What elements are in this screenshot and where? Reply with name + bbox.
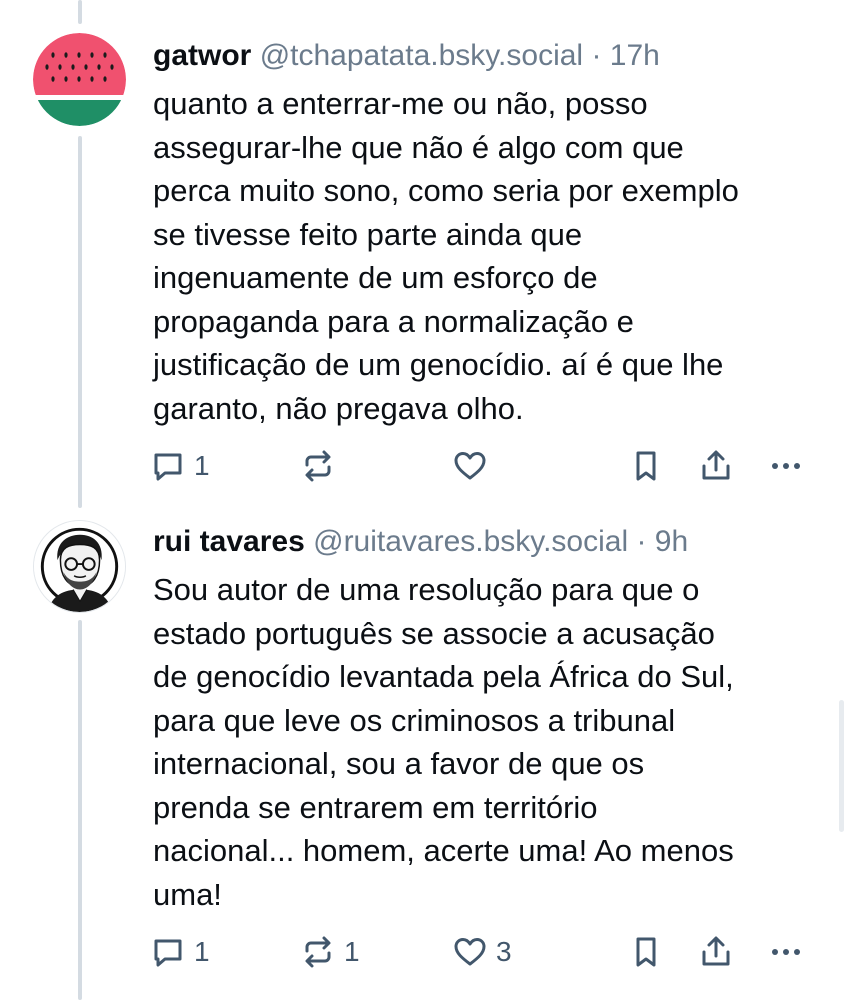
display-name[interactable]: rui tavares bbox=[153, 525, 305, 558]
bookmark-button[interactable] bbox=[628, 446, 664, 486]
handle[interactable]: @tchapatata.bsky.social bbox=[260, 39, 583, 72]
post-text: Sou autor de uma resolução para que o es… bbox=[153, 572, 734, 912]
handle[interactable]: @ruitavares.bsky.social bbox=[313, 525, 628, 558]
share-button[interactable] bbox=[698, 446, 734, 486]
portrait-avatar-icon bbox=[34, 521, 125, 612]
like-button[interactable] bbox=[452, 446, 496, 486]
reply-icon bbox=[154, 453, 182, 481]
reply-count: 1 bbox=[194, 450, 210, 481]
scrollbar[interactable] bbox=[839, 700, 844, 832]
watermelon-avatar-icon bbox=[33, 33, 126, 126]
repost-button[interactable] bbox=[300, 446, 344, 486]
bookmark-button[interactable] bbox=[628, 932, 664, 972]
reply-count: 1 bbox=[194, 936, 210, 967]
share-icon bbox=[702, 936, 730, 966]
meta-separator: · bbox=[636, 525, 647, 558]
avatar[interactable] bbox=[33, 33, 126, 126]
more-button[interactable] bbox=[768, 932, 804, 972]
post[interactable]: gatwor @tchapatata.bsky.social · 17h qua… bbox=[0, 0, 850, 510]
repost-icon bbox=[305, 450, 331, 482]
bookmark-icon bbox=[636, 451, 656, 481]
heart-icon bbox=[454, 938, 486, 966]
bookmark-icon bbox=[636, 937, 656, 967]
more-icon bbox=[772, 949, 800, 955]
post-time[interactable]: 17h bbox=[610, 39, 660, 72]
post-time[interactable]: 9h bbox=[655, 525, 688, 558]
share-icon bbox=[702, 450, 730, 480]
repost-count: 1 bbox=[344, 936, 360, 967]
share-button[interactable] bbox=[698, 932, 734, 972]
post-actions: 1 1 3 bbox=[150, 932, 810, 972]
like-count: 3 bbox=[496, 936, 512, 967]
heart-icon bbox=[454, 452, 486, 480]
post-text: quanto a enterrar-me ou não, posso asseg… bbox=[153, 86, 739, 426]
post[interactable]: rui tavares @ruitavares.bsky.social · 9h… bbox=[0, 510, 850, 1000]
more-button[interactable] bbox=[768, 446, 804, 486]
more-icon bbox=[772, 463, 800, 469]
reply-button[interactable]: 1 bbox=[150, 446, 210, 486]
post-actions: 1 bbox=[150, 446, 810, 486]
reply-icon bbox=[154, 939, 182, 967]
reply-button[interactable]: 1 bbox=[150, 932, 210, 972]
repost-button[interactable]: 1 bbox=[300, 932, 360, 972]
like-button[interactable]: 3 bbox=[452, 932, 512, 972]
avatar[interactable] bbox=[33, 520, 126, 613]
post-meta: rui tavares @ruitavares.bsky.social · 9h bbox=[153, 524, 688, 560]
repost-icon bbox=[305, 936, 331, 968]
post-meta: gatwor @tchapatata.bsky.social · 17h bbox=[153, 38, 660, 74]
display-name[interactable]: gatwor bbox=[153, 39, 251, 72]
meta-separator: · bbox=[591, 39, 602, 72]
